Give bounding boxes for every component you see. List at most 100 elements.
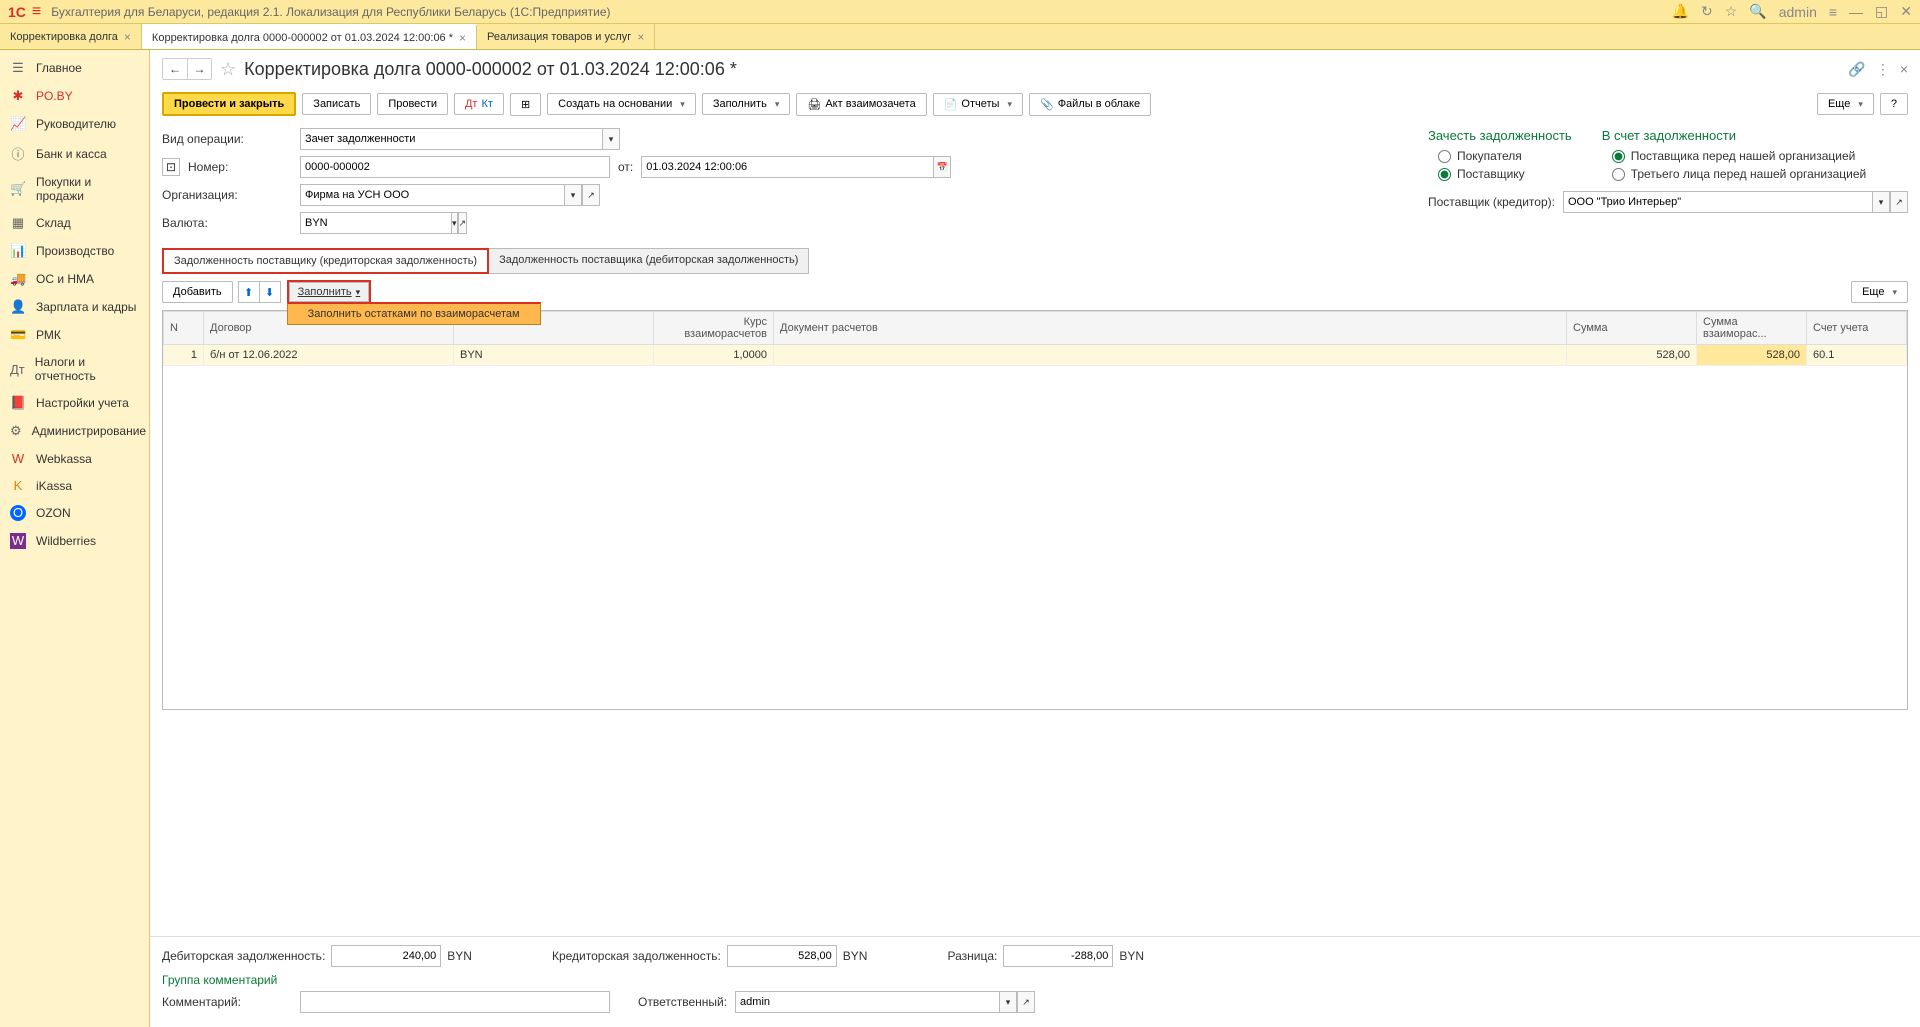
col-sum-settle[interactable]: Сумма взаиморас...: [1697, 312, 1807, 345]
sidebar-item-webkassa[interactable]: WWebkassa: [0, 445, 149, 472]
open-icon[interactable]: ↗: [1017, 991, 1035, 1013]
lock-icon[interactable]: ⊡: [162, 158, 180, 176]
sidebar-item-ozon[interactable]: OOZON: [0, 499, 149, 527]
move-down-button[interactable]: ⬇: [259, 281, 281, 303]
dropdown-icon[interactable]: ▾: [999, 991, 1017, 1013]
sidebar-item-rmk[interactable]: 💳РМК: [0, 321, 149, 349]
structure-button[interactable]: ⊞: [510, 93, 541, 116]
create-based-button[interactable]: Создать на основании: [547, 93, 696, 115]
fill-dropdown-item[interactable]: Заполнить остатками по взаиморасчетам: [287, 302, 541, 325]
calendar-icon[interactable]: 📅: [933, 156, 951, 178]
reports-button[interactable]: 📄Отчеты: [933, 93, 1023, 116]
files-button[interactable]: 📎Файлы в облаке: [1029, 93, 1151, 116]
radio-supplier[interactable]: Поставщику: [1428, 165, 1572, 183]
forward-button[interactable]: →: [187, 59, 211, 79]
radio-supplier-to-us[interactable]: Поставщика перед нашей организацией: [1602, 147, 1867, 165]
help-button[interactable]: ?: [1880, 93, 1908, 115]
tab-2[interactable]: Реализация товаров и услуг ×: [477, 24, 655, 49]
open-icon[interactable]: ↗: [1890, 191, 1908, 213]
col-account[interactable]: Счет учета: [1807, 312, 1907, 345]
dropdown-icon[interactable]: ▾: [602, 128, 620, 150]
col-doc[interactable]: Документ расчетов: [774, 312, 1567, 345]
sidebar-item-settings[interactable]: 📕Настройки учета: [0, 389, 149, 417]
org-input[interactable]: [300, 184, 564, 206]
cell-account[interactable]: 60.1: [1807, 345, 1907, 366]
open-icon[interactable]: ↗: [582, 184, 600, 206]
cell-sum[interactable]: 528,00: [1567, 345, 1697, 366]
post-close-button[interactable]: Провести и закрыть: [162, 92, 296, 116]
table-more-button[interactable]: Еще: [1851, 281, 1908, 303]
col-n[interactable]: N: [164, 312, 204, 345]
sidebar-item-main[interactable]: ☰Главное: [0, 54, 149, 82]
dropdown-icon[interactable]: ▾: [564, 184, 582, 206]
settings-icon[interactable]: ≡: [1829, 4, 1837, 20]
link-icon[interactable]: 🔗: [1848, 61, 1865, 78]
back-button[interactable]: ←: [163, 59, 187, 79]
ptab-creditor[interactable]: Задолженность поставщику (кредиторская з…: [162, 248, 489, 274]
act-button[interactable]: 🖨Акт взаимозачета: [796, 93, 926, 116]
sidebar-item-production[interactable]: 📊Производство: [0, 237, 149, 265]
sidebar-item-admin[interactable]: ⚙Администрирование: [0, 417, 149, 445]
credit-total-input[interactable]: [727, 945, 837, 967]
history-icon[interactable]: ↻: [1701, 3, 1713, 20]
sidebar-item-warehouse[interactable]: ▦Склад: [0, 209, 149, 237]
comment-group-link[interactable]: Группа комментарий: [162, 973, 1908, 987]
close-icon[interactable]: ×: [637, 30, 644, 44]
move-up-button[interactable]: ⬆: [238, 281, 260, 303]
cell-doc[interactable]: [774, 345, 1567, 366]
menu-icon[interactable]: ≡: [32, 3, 41, 21]
table-row[interactable]: 1 б/н от 12.06.2022 BYN 1,0000 528,00 52…: [164, 345, 1907, 366]
close-icon[interactable]: ✕: [1900, 3, 1912, 20]
fill-button[interactable]: Заполнить: [702, 93, 791, 115]
comment-input[interactable]: [300, 991, 610, 1013]
sidebar-item-bank[interactable]: ⓘБанк и касса: [0, 138, 149, 169]
cell-sum-settle[interactable]: 528,00: [1697, 345, 1807, 366]
close-page-icon[interactable]: ×: [1900, 61, 1908, 78]
sidebar-item-wildberries[interactable]: WWildberries: [0, 527, 149, 555]
sidebar-item-ikassa[interactable]: KiKassa: [0, 472, 149, 499]
sidebar-item-manager[interactable]: 📈Руководителю: [0, 110, 149, 138]
cell-rate[interactable]: 1,0000: [654, 345, 774, 366]
diff-input[interactable]: [1003, 945, 1113, 967]
cell-currency[interactable]: BYN: [454, 345, 654, 366]
open-icon[interactable]: ↗: [458, 212, 468, 234]
ptab-debtor[interactable]: Задолженность поставщика (дебиторская за…: [488, 248, 809, 274]
more-button[interactable]: Еще: [1817, 93, 1874, 115]
cell-n[interactable]: 1: [164, 345, 204, 366]
close-icon[interactable]: ×: [124, 30, 131, 44]
star-icon[interactable]: ☆: [1725, 3, 1738, 20]
table-fill-button[interactable]: Заполнить: [289, 282, 370, 302]
supplier-input[interactable]: [1563, 191, 1872, 213]
col-sum[interactable]: Сумма: [1567, 312, 1697, 345]
col-rate[interactable]: Курс взаиморасчетов: [654, 312, 774, 345]
responsible-input[interactable]: [735, 991, 999, 1013]
tab-0[interactable]: Корректировка долга ×: [0, 24, 142, 49]
minimize-icon[interactable]: —: [1849, 4, 1863, 20]
sidebar-item-poby[interactable]: ✱PO.BY: [0, 82, 149, 110]
op-type-input[interactable]: [300, 128, 602, 150]
close-icon[interactable]: ×: [459, 31, 466, 45]
currency-input[interactable]: [300, 212, 451, 234]
add-button[interactable]: Добавить: [162, 281, 233, 303]
tab-1[interactable]: Корректировка долга 0000-000002 от 01.03…: [142, 24, 477, 49]
debit-total-input[interactable]: [331, 945, 441, 967]
user-name[interactable]: admin: [1779, 4, 1817, 20]
sidebar-item-sales[interactable]: 🛒Покупки и продажи: [0, 169, 149, 209]
favorite-icon[interactable]: ☆: [220, 59, 236, 80]
dropdown-icon[interactable]: ▾: [1872, 191, 1890, 213]
dt-kt-button[interactable]: ДтКт: [454, 93, 504, 115]
sidebar-item-assets[interactable]: 🚚ОС и НМА: [0, 265, 149, 293]
cell-contract[interactable]: б/н от 12.06.2022: [204, 345, 454, 366]
search-icon[interactable]: 🔍: [1749, 3, 1766, 20]
sidebar-item-taxes[interactable]: ДтНалоги и отчетность: [0, 349, 149, 389]
date-input[interactable]: [641, 156, 933, 178]
more-icon[interactable]: ⋮: [1876, 61, 1890, 78]
radio-buyer[interactable]: Покупателя: [1428, 147, 1572, 165]
save-button[interactable]: Записать: [302, 93, 371, 115]
bell-icon[interactable]: 🔔: [1672, 3, 1689, 20]
sidebar-item-salary[interactable]: 👤Зарплата и кадры: [0, 293, 149, 321]
number-input[interactable]: [300, 156, 610, 178]
post-button[interactable]: Провести: [377, 93, 448, 115]
maximize-icon[interactable]: ◱: [1875, 3, 1888, 20]
radio-third-party[interactable]: Третьего лица перед нашей организацией: [1602, 165, 1867, 183]
